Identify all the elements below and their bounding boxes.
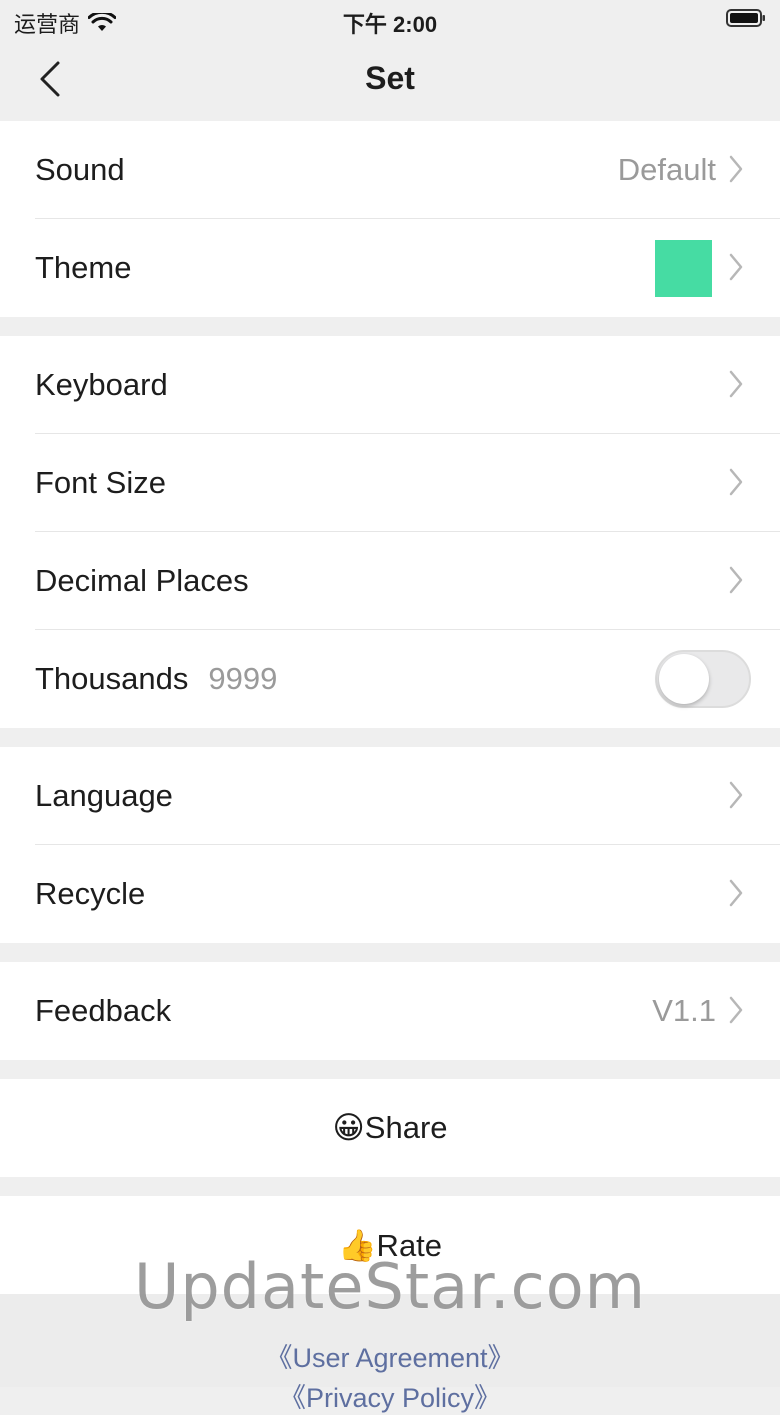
settings-group-feedback: Feedback V1.1 [0, 962, 780, 1060]
chevron-right-icon [729, 370, 743, 398]
toggle-knob [659, 654, 709, 704]
row-keyboard[interactable]: Keyboard [0, 336, 780, 434]
chevron-right-icon [729, 566, 743, 594]
theme-color-swatch [655, 240, 712, 297]
row-label-thousands: Thousands 9999 [35, 661, 277, 697]
navigation-bar: Set [0, 40, 780, 120]
share-button[interactable]: 😀Share [0, 1079, 780, 1177]
battery-icon [726, 9, 765, 27]
settings-group-input: Keyboard Font Size Decimal Places Thousa… [0, 336, 780, 728]
row-font-size[interactable]: Font Size [0, 434, 780, 532]
version-value: V1.1 [652, 993, 716, 1028]
row-recycle[interactable]: Recycle [0, 845, 780, 943]
chevron-right-icon [729, 781, 743, 809]
thousands-sample: 9999 [208, 661, 278, 696]
row-label-keyboard: Keyboard [35, 367, 168, 402]
row-feedback[interactable]: Feedback V1.1 [0, 962, 780, 1060]
row-label-language: Language [35, 778, 173, 813]
chevron-right-icon [729, 253, 743, 281]
thousands-toggle[interactable] [655, 650, 751, 708]
row-language[interactable]: Language [0, 747, 780, 845]
sound-value: Default [617, 152, 716, 187]
share-label: 😀Share [332, 1110, 448, 1145]
status-bar: 运营商 下午 2:00 [0, 0, 780, 40]
watermark: UpdateStar.com [133, 1250, 647, 1323]
row-theme[interactable]: Theme [0, 219, 780, 317]
chevron-right-icon [729, 155, 743, 183]
clock: 下午 2:00 [342, 12, 438, 37]
row-thousands: Thousands 9999 [0, 630, 780, 728]
row-label-feedback: Feedback [35, 993, 172, 1028]
user-agreement-link[interactable]: 《User Agreement》 [0, 1336, 780, 1375]
row-decimal-places[interactable]: Decimal Places [0, 532, 780, 630]
chevron-right-icon [729, 879, 743, 907]
row-label-sound: Sound [35, 152, 125, 187]
settings-group-system: Language Recycle [0, 747, 780, 943]
chevron-right-icon [729, 468, 743, 496]
settings-group-display: Sound Default Theme [0, 121, 780, 317]
row-label-recycle: Recycle [35, 876, 146, 911]
row-label-font-size: Font Size [35, 465, 166, 500]
thousands-label: Thousands [35, 661, 189, 696]
chevron-right-icon [729, 996, 743, 1024]
row-sound[interactable]: Sound Default [0, 121, 780, 219]
privacy-policy-link[interactable]: 《Privacy Policy》 [0, 1376, 780, 1415]
page-title: Set [365, 60, 415, 96]
row-label-decimal-places: Decimal Places [35, 563, 249, 598]
row-label-theme: Theme [35, 250, 132, 285]
